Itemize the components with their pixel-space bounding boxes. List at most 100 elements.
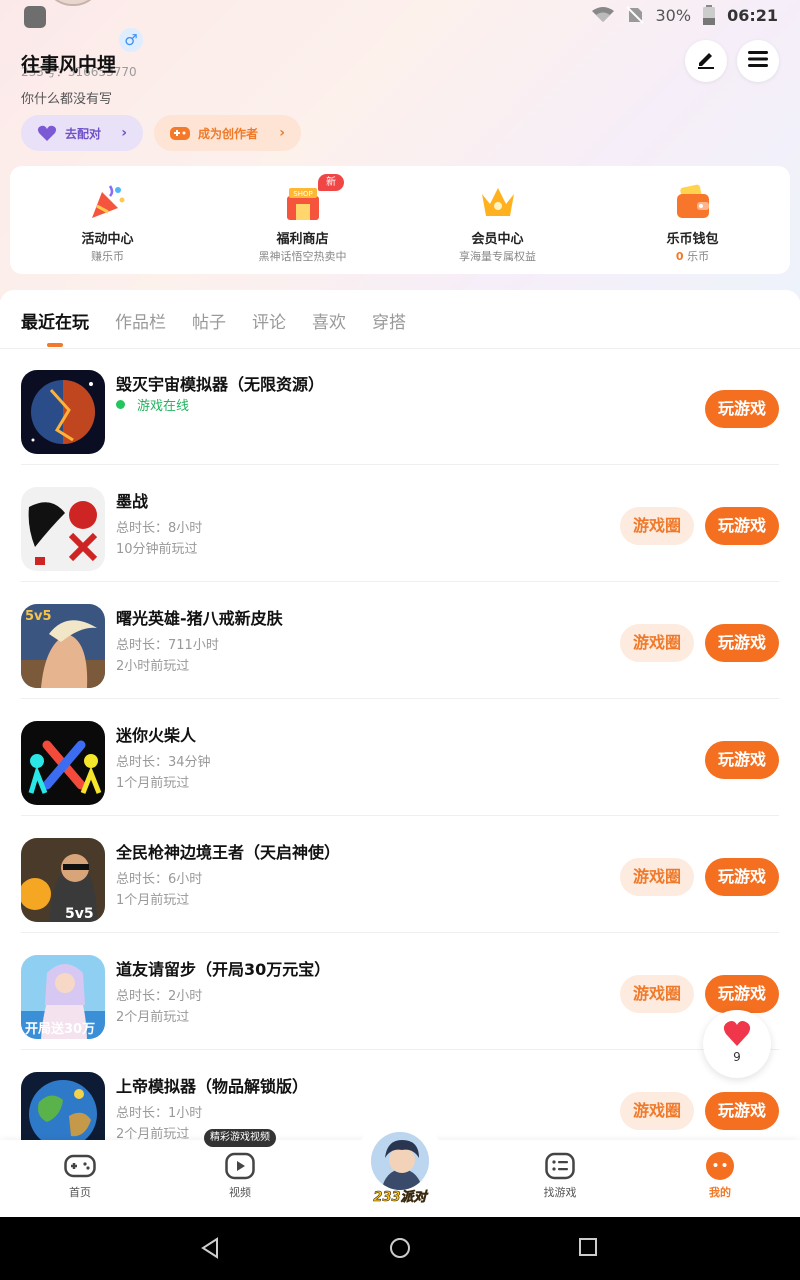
become-creator-button[interactable]: 成为创作者 › — [154, 115, 301, 151]
game-icon — [21, 487, 105, 571]
like-count: 9 — [733, 1050, 741, 1064]
gamepad-icon — [40, 1150, 120, 1182]
game-name: 曙光英雄-猪八戒新皮肤 — [116, 609, 283, 628]
activity-center-entry[interactable]: 活动中心 赚乐币 — [10, 166, 205, 274]
play-duration: 总时长：711小时 — [116, 638, 219, 653]
tab-works[interactable]: 作品栏 — [115, 308, 166, 333]
shop-icon: SHOP — [286, 188, 319, 220]
menu-button[interactable] — [737, 40, 779, 82]
game-circle-button[interactable]: 游戏圈 — [620, 507, 694, 545]
game-name: 迷你火柴人 — [116, 726, 197, 745]
notification-icon — [24, 6, 46, 28]
new-badge: 新 — [318, 174, 344, 191]
play-game-button[interactable]: 玩游戏 — [705, 624, 779, 662]
game-circle-button[interactable]: 游戏圈 — [620, 1092, 694, 1130]
member-center-entry[interactable]: 会员中心 享海量专属权益 — [400, 166, 595, 274]
nav-mine[interactable]: 我的 — [680, 1150, 760, 1200]
online-status-label: 游戏在线 — [137, 399, 190, 414]
coin-wallet-entry[interactable]: 乐币钱包 0 乐币 — [595, 166, 790, 274]
welfare-shop-entry[interactable]: SHOP 福利商店 黑神话悟空热卖中 — [205, 166, 400, 274]
game-circle-button[interactable]: 游戏圈 — [620, 624, 694, 662]
last-played: 10分钟前玩过 — [116, 542, 198, 557]
feature-subtitle: 赚乐币 — [91, 250, 124, 263]
svg-text:5v5: 5v5 — [25, 609, 52, 624]
tab-likes[interactable]: 喜欢 — [312, 308, 346, 333]
edit-profile-button[interactable] — [685, 40, 727, 82]
chevron-right-icon: › — [121, 125, 127, 141]
feature-title: 活动中心 — [81, 232, 134, 247]
play-game-button[interactable]: 玩游戏 — [705, 507, 779, 545]
game-icon: 5v5 — [21, 838, 105, 922]
feature-title: 乐币钱包 — [666, 232, 719, 247]
game-row[interactable]: 墨战 总时长：8小时 10分钟前玩过 游戏圈 玩游戏 — [21, 465, 779, 582]
tab-recently-played[interactable]: 最近在玩 — [21, 308, 89, 333]
smiley-face-icon — [680, 1150, 760, 1182]
clock: 06:21 — [727, 5, 778, 25]
svg-text:5v5: 5v5 — [65, 906, 94, 922]
hamburger-menu-icon — [748, 50, 768, 72]
party-center-avatar[interactable] — [369, 1130, 431, 1192]
game-name: 道友请留步（开局30万元宝） — [116, 960, 331, 979]
tab-posts[interactable]: 帖子 — [192, 308, 226, 333]
recents-icon[interactable] — [578, 1237, 598, 1257]
game-row[interactable]: 毁灭宇宙模拟器（无限资源） 游戏在线 玩游戏 — [21, 348, 779, 465]
heart-icon — [723, 1021, 751, 1046]
game-row[interactable]: 5v5 全民枪神边境王者（天启神使） 总时长：6小时 1个月前玩过 游戏圈 玩游… — [21, 816, 779, 933]
gamepad-icon — [170, 125, 190, 141]
nav-mine-label: 我的 — [709, 1186, 731, 1199]
list-search-icon — [520, 1150, 600, 1182]
game-icon: 开局送30万 — [21, 955, 105, 1039]
home-icon[interactable] — [389, 1237, 411, 1259]
play-duration: 总时长：2小时 — [116, 989, 203, 1004]
play-game-button[interactable]: 玩游戏 — [705, 1092, 779, 1130]
play-duration: 总时长：8小时 — [116, 521, 203, 536]
last-played: 2小时前玩过 — [116, 659, 190, 674]
svg-text:开局送30万: 开局送30万 — [25, 1021, 95, 1037]
nav-video-label: 视频 — [229, 1186, 251, 1199]
play-game-button[interactable]: 玩游戏 — [705, 858, 779, 896]
match-label: 去配对 — [65, 126, 102, 141]
feature-title: 福利商店 — [276, 232, 329, 247]
online-status: 游戏在线 — [116, 395, 189, 414]
no-sim-icon — [625, 6, 644, 24]
game-name: 全民枪神边境王者（天启神使） — [116, 843, 341, 862]
game-row[interactable]: 开局送30万 道友请留步（开局30万元宝） 总时长：2小时 2个月前玩过 游戏圈… — [21, 933, 779, 1050]
game-name: 毁灭宇宙模拟器（无限资源） — [116, 375, 325, 394]
nav-home[interactable]: 首页 — [40, 1150, 120, 1200]
video-play-icon — [200, 1150, 280, 1182]
play-game-button[interactable]: 玩游戏 — [705, 741, 779, 779]
tab-comments[interactable]: 评论 — [252, 308, 286, 333]
battery-percent: 30% — [655, 5, 692, 25]
play-game-button[interactable]: 玩游戏 — [705, 975, 779, 1013]
feature-card: 活动中心 赚乐币 SHOP 福利商店 黑神话悟空热卖中 会员中心 享海量专属权益… — [10, 166, 790, 274]
back-icon[interactable] — [199, 1237, 221, 1259]
user-bio[interactable]: 你什么都没有写 — [21, 88, 112, 107]
username[interactable]: 往事风中埋 — [21, 50, 116, 77]
party-popper-icon — [91, 185, 124, 218]
feature-subtitle: 0 乐币 — [595, 248, 790, 264]
game-circle-button[interactable]: 游戏圈 — [620, 975, 694, 1013]
avatar[interactable] — [44, 0, 102, 6]
online-dot-icon — [116, 400, 125, 409]
game-row[interactable]: 迷你火柴人 总时长：34分钟 1个月前玩过 玩游戏 — [21, 699, 779, 816]
video-tooltip: 精彩游戏视频 — [204, 1129, 276, 1147]
wallet-icon — [676, 184, 709, 218]
party-center-label[interactable]: 233派对 — [364, 1186, 436, 1206]
floating-like-button[interactable]: 9 — [703, 1010, 771, 1078]
last-played: 2个月前玩过 — [116, 1010, 190, 1025]
creator-label: 成为创作者 — [198, 126, 259, 141]
game-row[interactable]: 5v5 曙光英雄-猪八戒新皮肤 总时长：711小时 2小时前玩过 游戏圈 玩游戏 — [21, 582, 779, 699]
play-duration: 总时长：6小时 — [116, 872, 203, 887]
game-icon — [21, 370, 105, 454]
nav-find-games[interactable]: 找游戏 — [520, 1150, 600, 1200]
game-circle-button[interactable]: 游戏圈 — [620, 858, 694, 896]
status-bar: 30% 06:21 — [0, 0, 800, 34]
match-button[interactable]: 去配对 › — [21, 115, 143, 151]
game-name: 上帝模拟器（物品解锁版） — [116, 1077, 309, 1096]
nav-home-label: 首页 — [69, 1186, 91, 1199]
feature-subtitle: 享海量专属权益 — [459, 250, 536, 263]
last-played: 1个月前玩过 — [116, 893, 190, 908]
play-game-button[interactable]: 玩游戏 — [705, 390, 779, 428]
tab-outfits[interactable]: 穿搭 — [372, 308, 406, 333]
nav-video[interactable]: 视频 — [200, 1150, 280, 1200]
